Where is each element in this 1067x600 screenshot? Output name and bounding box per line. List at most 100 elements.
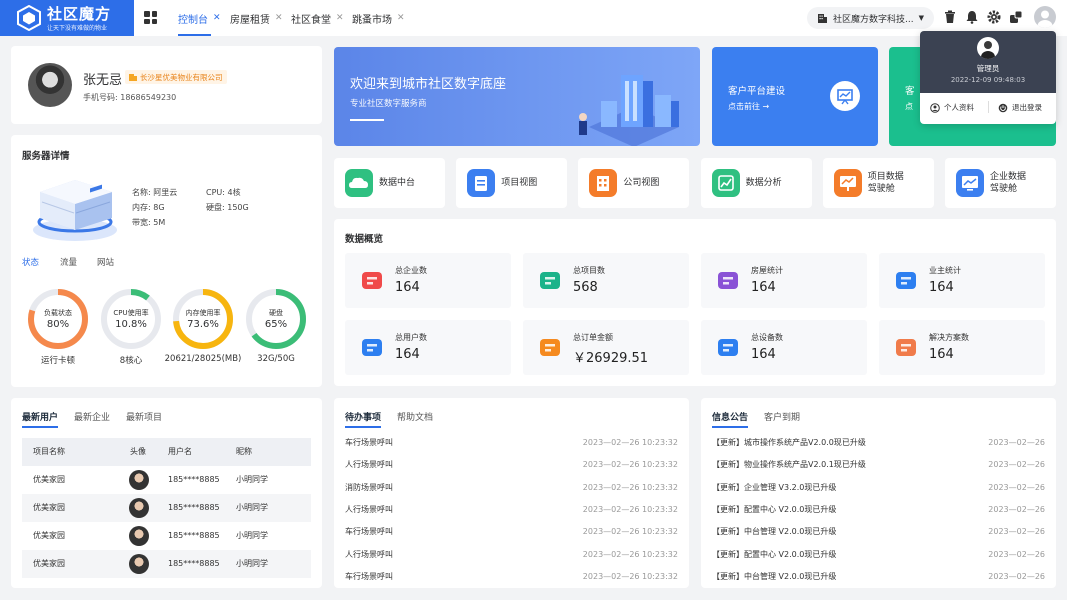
item-date: 2023—02—26 [988,527,1045,537]
stat-tile[interactable]: 总用户数 164 [345,320,511,375]
stat-label: 解决方案数 [929,333,969,342]
quick-link[interactable]: 公司视图 [578,158,690,208]
trash-icon[interactable] [943,10,957,24]
divider [988,101,989,113]
list-item[interactable]: 【更新】城市操作系统产品V2.0.0现已升级 2023—02—26 [712,432,1045,454]
project-cockpit-icon [833,169,862,197]
close-icon[interactable]: ✕ [336,13,344,23]
table-row[interactable]: 优美家园 185****8885 小明同学 [22,522,311,550]
list-item[interactable]: 【更新】配置中心 V2.0.0现已升级 2023—02—26 [712,544,1045,566]
person-icon [1037,10,1053,28]
app-grid-icon[interactable] [144,11,157,24]
row-avatar [129,526,149,546]
yen-icon [540,339,560,356]
user-avatar[interactable] [1034,6,1056,28]
stat-value: 164 [751,280,776,295]
item-title: 【更新】配置中心 V2.0.0现已升级 [712,504,837,514]
stat-value: 164 [929,347,954,362]
list-item[interactable]: 【更新】物业操作系统产品V2.0.1现已升级 2023—02—26 [712,454,1045,476]
tab-todo[interactable]: 待办事项 [345,410,381,423]
list-item[interactable]: 人行场景呼叫 2023—02—26 10:23:32 [345,499,678,521]
quick-link-label: 项目视图 [501,178,538,188]
item-title: 车行场景呼叫 [345,527,393,537]
col-avatar: 头像 [130,447,146,456]
tab-house-rental[interactable]: 房屋租赁 ✕ [230,0,283,36]
gear-icon[interactable] [987,10,1001,24]
house-icon [718,272,738,289]
logout-button[interactable]: 退出登录 [998,102,1042,113]
cell-project: 优美家园 [33,503,65,512]
bell-icon[interactable] [965,10,979,24]
list-item[interactable]: 车行场景呼叫 2023—02—26 10:23:32 [345,432,678,454]
server-tab-status[interactable]: 状态 [22,256,39,268]
stat-tile[interactable]: 业主统计 164 [879,253,1045,308]
brand-slogan: 让天下没有难做的物业 [47,25,108,32]
item-date: 2023—02—26 [988,482,1045,492]
org-name: 社区魔方数字科技... [833,14,914,25]
table-row[interactable]: 优美家园 185****8885 小明同学 [22,466,311,494]
list-item[interactable]: 人行场景呼叫 2023—02—26 10:23:32 [345,544,678,566]
tab-latest-companies[interactable]: 最新企业 [74,410,110,423]
server-tab-website[interactable]: 网站 [97,256,114,268]
item-date: 2023—02—26 10:23:32 [582,482,678,492]
org-selector[interactable]: 社区魔方数字科技... ▼ [807,7,934,29]
card-link[interactable]: 点击前往 → [728,101,769,112]
cell-nickname: 小明同学 [236,503,268,512]
tab-flea-market[interactable]: 跳蚤市场 ✕ [352,0,405,36]
stat-tile[interactable]: 房屋统计 164 [701,253,867,308]
spec-value: 5M [153,218,166,227]
list-item[interactable]: 【更新】企业管理 V3.2.0现已升级 2023—02—26 [712,477,1045,499]
server-title: 服务器详情 [22,151,70,162]
list-item[interactable]: 车行场景呼叫 2023—02—26 10:23:32 [345,566,678,588]
tab-latest-projects[interactable]: 最新项目 [126,410,162,423]
gauge-ring: 内存使用率 73.6% [172,288,234,350]
list-item[interactable]: 【更新】中台管理 V2.0.0现已升级 2023—02—26 [712,521,1045,543]
stat-tile[interactable]: 总订单金额 ￥26929.51 [523,320,689,375]
table-header: 项目名称 头像 用户名 昵称 [22,438,311,466]
stat-tile[interactable]: 总企业数 164 [345,253,511,308]
close-icon[interactable]: ✕ [275,13,283,23]
stat-value: ￥26929.51 [573,351,649,366]
quick-link-label: 公司视图 [623,178,660,188]
customer-platform-card[interactable]: 客户平台建设 点击前往 → [712,47,878,146]
list-item[interactable]: 消防场景呼叫 2023—02—26 10:23:32 [345,477,678,499]
quick-link[interactable]: 数据分析 [700,158,812,208]
list-item[interactable]: 【更新】配置中心 V2.0.0现已升级 2023—02—26 [712,499,1045,521]
stat-tile[interactable]: 解决方案数 164 [879,320,1045,375]
gauge-caption: 32G/50G [257,354,295,364]
spec-key: 带宽: [132,218,151,227]
item-date: 2023—02—26 [988,549,1045,559]
company-name: 长沙星优美物业有限公司 [140,72,223,82]
server-tab-traffic[interactable]: 流量 [60,256,77,268]
profile-link[interactable]: 个人资料 [930,102,974,113]
tab-help-docs[interactable]: 帮助文档 [397,410,433,423]
list-item[interactable]: 人行场景呼叫 2023—02—26 10:23:32 [345,454,678,476]
profile-avatar [28,63,72,107]
list-item[interactable]: 车行场景呼叫 2023—02—26 10:23:32 [345,521,678,543]
close-icon[interactable]: ✕ [397,13,405,23]
stat-label: 总项目数 [573,266,605,275]
quick-link[interactable]: 项目视图 [456,158,568,208]
cell-project: 优美家园 [33,531,65,540]
quick-link[interactable]: 数据中台 [334,158,445,208]
tab-console[interactable]: 控制台 ✕ [178,0,221,36]
item-title: 消防场景呼叫 [345,482,393,492]
quick-link[interactable]: 项目数据 驾驶舱 [822,158,934,208]
quick-link[interactable]: 企业数据 驾驶舱 [945,158,1056,208]
brand-logo[interactable]: 社区魔方 让天下没有难做的物业 [0,0,134,36]
stat-tile[interactable]: 总设备数 164 [701,320,867,375]
list-item[interactable]: 【更新】中台管理 V2.0.0现已升级 2023—02—26 [712,566,1045,588]
tab-customer-expiry[interactable]: 客户到期 [764,410,800,423]
tab-canteen[interactable]: 社区食堂 ✕ [291,0,344,36]
row-avatar [129,554,149,574]
table-row[interactable]: 优美家园 185****8885 小明同学 [22,550,311,578]
close-icon[interactable]: ✕ [213,13,221,23]
cell-nickname: 小明同学 [236,531,268,540]
apps-switch-icon[interactable] [1009,10,1023,24]
tab-notice[interactable]: 信息公告 [712,410,748,423]
project-view-icon [467,169,496,197]
table-row[interactable]: 优美家园 185****8885 小明同学 [22,494,311,522]
tab-latest-users[interactable]: 最新用户 [22,410,58,423]
card-link[interactable]: 点 [905,101,913,112]
stat-tile[interactable]: 总项目数 568 [523,253,689,308]
